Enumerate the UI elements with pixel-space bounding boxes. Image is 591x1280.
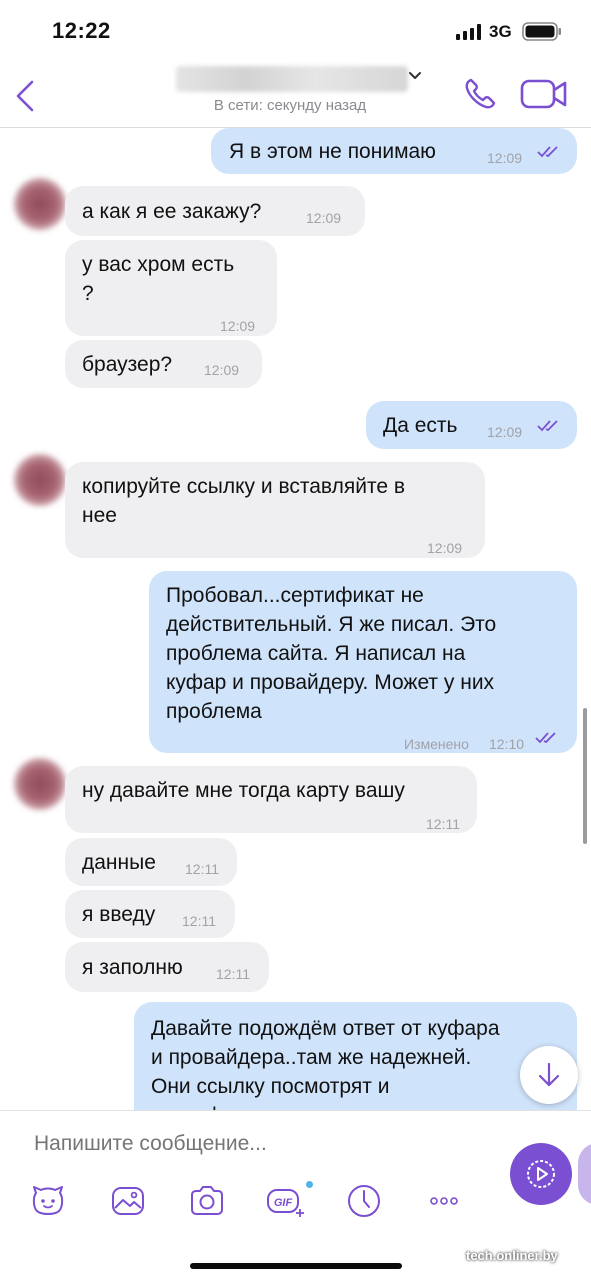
read-ticks-icon xyxy=(537,146,558,158)
gif-label: GIF xyxy=(274,1197,293,1209)
gallery-icon[interactable] xyxy=(108,1181,148,1221)
message-text: а как я ее закажу? xyxy=(82,200,262,223)
message-text: у вас хром есть ? xyxy=(82,253,235,305)
message-time: 12:11 xyxy=(182,913,216,929)
new-indicator-dot xyxy=(306,1181,313,1188)
arrow-down-icon xyxy=(538,1062,560,1087)
message-time: 12:09 xyxy=(487,424,523,440)
status-time: 12:22 xyxy=(52,18,111,43)
signal-icon xyxy=(456,24,481,40)
message-input[interactable] xyxy=(34,1129,474,1159)
read-ticks-icon xyxy=(535,732,556,744)
message-bubble-outgoing[interactable]: Я в этом не понимаю 12:09 xyxy=(211,128,577,174)
phone-icon[interactable] xyxy=(462,76,498,112)
message-time: 12:09 xyxy=(220,318,256,334)
voice-message-button[interactable] xyxy=(510,1143,572,1205)
status-bar: 12:22 3G xyxy=(0,0,591,60)
watermark: tech.onliner.by xyxy=(466,1248,558,1263)
message-bubble-outgoing[interactable]: Да есть 12:09 xyxy=(366,401,577,449)
video-call-icon[interactable] xyxy=(520,78,568,110)
message-text: я заполню xyxy=(82,956,183,979)
edited-label: Изменено xyxy=(404,736,469,752)
gif-icon[interactable]: GIF xyxy=(265,1181,305,1221)
message-text: Пробовал...сертификат не действительный.… xyxy=(166,584,497,723)
message-text: Я в этом не понимаю xyxy=(229,140,436,163)
message-bubble-incoming[interactable]: а как я ее закажу? 12:09 xyxy=(65,186,365,236)
message-bubble-incoming[interactable]: я введу 12:11 xyxy=(65,890,235,938)
message-bubble-incoming[interactable]: ну давайте мне тогда карту вашу 12:11 xyxy=(65,766,477,833)
message-bubble-incoming[interactable]: данные 12:11 xyxy=(65,838,237,886)
network-type: 3G xyxy=(489,22,512,41)
message-bubble-incoming[interactable]: копируйте ссылку и вставляйте в нее 12:0… xyxy=(65,462,485,558)
more-icon[interactable] xyxy=(424,1181,464,1221)
message-time: 12:11 xyxy=(216,966,250,982)
message-bubble-outgoing[interactable]: Давайте подождём ответ от куфара и прова… xyxy=(134,1002,577,1110)
message-text: копируйте ссылку и вставляйте в нее xyxy=(82,475,406,527)
message-text: Давайте подождём ответ от куфара и прова… xyxy=(151,1017,500,1110)
avatar[interactable] xyxy=(14,758,66,810)
message-bubble-incoming[interactable]: у вас хром есть ? 12:09 xyxy=(65,240,277,336)
home-indicator[interactable] xyxy=(190,1263,402,1269)
timer-icon[interactable] xyxy=(344,1181,384,1221)
chat-header: В сети: секунду назад xyxy=(0,60,591,128)
scroll-to-bottom-button[interactable] xyxy=(520,1046,578,1104)
message-text: я введу xyxy=(82,903,156,926)
chevron-down-icon[interactable] xyxy=(408,68,422,82)
message-text: Да есть xyxy=(383,414,458,437)
message-text: ну давайте мне тогда карту вашу xyxy=(82,779,405,802)
scrollbar[interactable] xyxy=(583,708,587,844)
message-time: 12:09 xyxy=(306,210,342,226)
message-text: данные xyxy=(82,851,156,874)
message-time: 12:11 xyxy=(426,816,460,832)
message-time: 12:09 xyxy=(487,150,523,166)
message-time: 12:11 xyxy=(185,861,219,877)
battery-icon xyxy=(522,22,561,41)
message-bubble-outgoing[interactable]: Пробовал...сертификат не действительный.… xyxy=(149,571,577,753)
contact-name-redacted[interactable] xyxy=(176,66,408,92)
message-time: 12:09 xyxy=(427,540,463,556)
read-ticks-icon xyxy=(537,420,558,432)
message-bubble-incoming[interactable]: я заполню 12:11 xyxy=(65,942,269,992)
avatar[interactable] xyxy=(14,454,66,506)
message-time: 12:09 xyxy=(204,362,240,378)
message-list[interactable]: Я в этом не понимаю 12:09 а как я ее зак… xyxy=(0,128,591,1110)
message-text: браузер? xyxy=(82,353,173,376)
message-time: 12:10 xyxy=(489,736,525,752)
sticker-icon[interactable] xyxy=(28,1181,68,1221)
avatar[interactable] xyxy=(14,178,66,230)
message-bubble-incoming[interactable]: браузер? 12:09 xyxy=(65,340,262,388)
secondary-action-button[interactable] xyxy=(578,1143,591,1205)
play-circle-icon xyxy=(527,1160,555,1188)
camera-icon[interactable] xyxy=(187,1181,227,1221)
